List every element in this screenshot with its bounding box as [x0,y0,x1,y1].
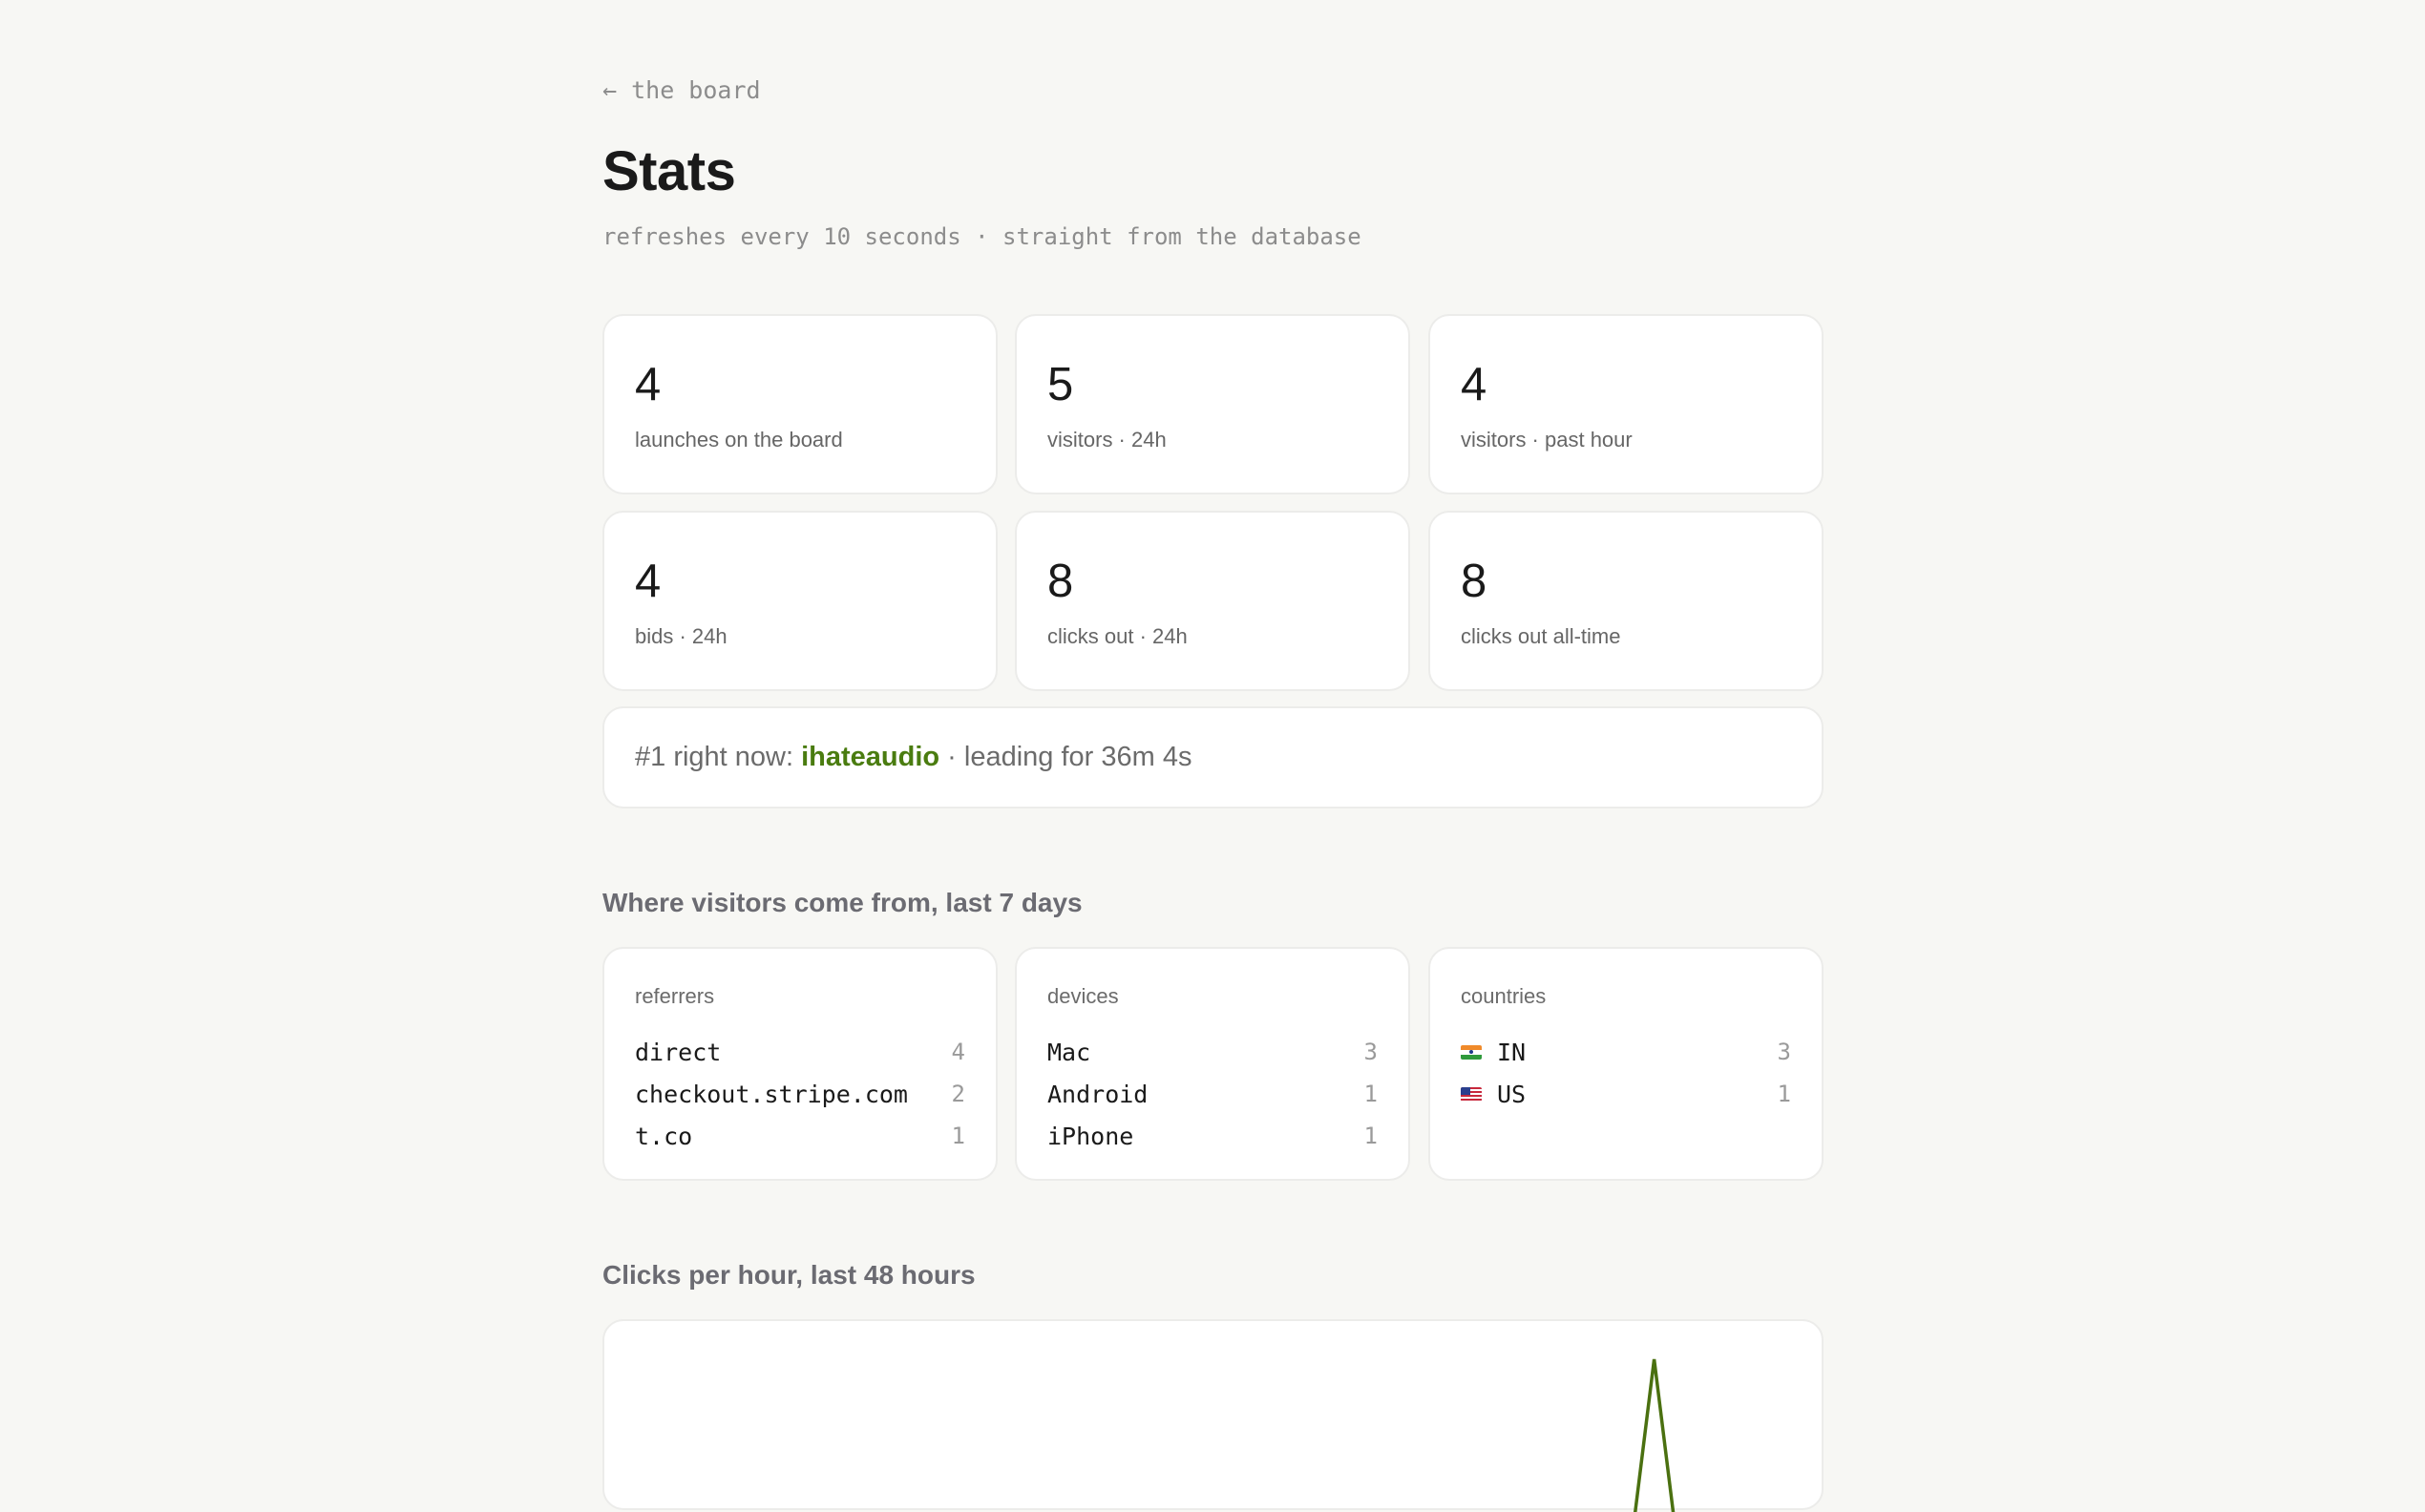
sources-section-title: Where visitors come from, last 7 days [602,888,1083,917]
device-count: 3 [1363,1039,1378,1065]
stat-value: 8 [1047,556,1074,607]
list-item: Android 1 [1047,1073,1378,1115]
leader-prefix: #1 right now: [635,742,802,772]
stat-card-clicks-out-24h: 8 clicks out · 24h [1015,511,1410,691]
device-name: Android [1047,1080,1149,1108]
list-item: checkout.stripe.com 2 [635,1073,965,1115]
clicks-series-line [1633,1358,1676,1512]
leader-card: #1 right now: ihateaudio · leading for 3… [602,706,1824,808]
referrer-name: checkout.stripe.com [635,1080,908,1108]
countries-list: IN 3 US 1 [1461,1031,1791,1115]
device-count: 1 [1363,1081,1378,1107]
stat-value: 8 [1461,556,1487,607]
referrer-name: direct [635,1038,722,1066]
referrers-title: referrers [635,984,715,1008]
stat-card-clicks-out-all-time: 8 clicks out all-time [1428,511,1824,691]
us-flag-icon [1461,1086,1482,1102]
stat-label: visitors · 24h [1047,428,1167,452]
clicks-chart [1633,1358,1676,1512]
back-to-board-link[interactable]: ← the board [602,76,761,104]
clicks-section-title: Clicks per hour, last 48 hours [602,1260,976,1290]
stat-label: launches on the board [635,428,843,452]
device-name: iPhone [1047,1122,1134,1150]
referrer-count: 1 [951,1123,965,1149]
list-item: direct 4 [635,1031,965,1073]
devices-title: devices [1047,984,1119,1008]
stat-card-visitors-24h: 5 visitors · 24h [1015,314,1410,494]
stat-value: 4 [635,556,662,607]
stat-label: clicks out · 24h [1047,624,1188,648]
referrer-name: t.co [635,1122,693,1150]
country-code: IN [1497,1038,1527,1066]
list-item: Mac 3 [1047,1031,1378,1073]
stat-value: 4 [1461,359,1487,410]
countries-title: countries [1461,984,1547,1008]
clicks-chart-card [602,1319,1824,1512]
referrers-list: direct 4 checkout.stripe.com 2 t.co 1 [635,1031,965,1157]
stat-label: bids · 24h [635,624,728,648]
referrer-count: 2 [951,1081,965,1107]
stat-card-launches: 4 launches on the board [602,314,998,494]
list-item: iPhone 1 [1047,1115,1378,1157]
leader-text: #1 right now: ihateaudio · leading for 3… [635,742,1191,773]
page-subtitle: refreshes every 10 seconds · straight fr… [602,223,1361,250]
devices-card: devices Mac 3 Android 1 iPhone 1 [1015,947,1410,1181]
stat-value: 4 [635,359,662,410]
list-item: US 1 [1461,1073,1791,1115]
leader-duration: · leading for 36m 4s [939,742,1192,772]
country-count: 3 [1777,1039,1791,1065]
page-title: Stats [602,140,736,202]
country-count: 1 [1777,1081,1791,1107]
device-count: 1 [1363,1123,1378,1149]
countries-card: countries IN 3 US 1 [1428,947,1824,1181]
list-item: IN 3 [1461,1031,1791,1073]
india-flag-icon [1461,1044,1482,1060]
country-code: US [1497,1080,1527,1108]
list-item: t.co 1 [635,1115,965,1157]
stat-card-visitors-past-hour: 4 visitors · past hour [1428,314,1824,494]
stat-label: visitors · past hour [1461,428,1633,452]
country-name: IN [1461,1039,1526,1066]
stat-label: clicks out all-time [1461,624,1621,648]
device-name: Mac [1047,1038,1091,1066]
stat-value: 5 [1047,359,1074,410]
leader-name-link[interactable]: ihateaudio [801,742,939,772]
country-name: US [1461,1081,1526,1108]
devices-list: Mac 3 Android 1 iPhone 1 [1047,1031,1378,1157]
stat-card-bids-24h: 4 bids · 24h [602,511,998,691]
referrers-card: referrers direct 4 checkout.stripe.com 2… [602,947,998,1181]
referrer-count: 4 [951,1039,965,1065]
